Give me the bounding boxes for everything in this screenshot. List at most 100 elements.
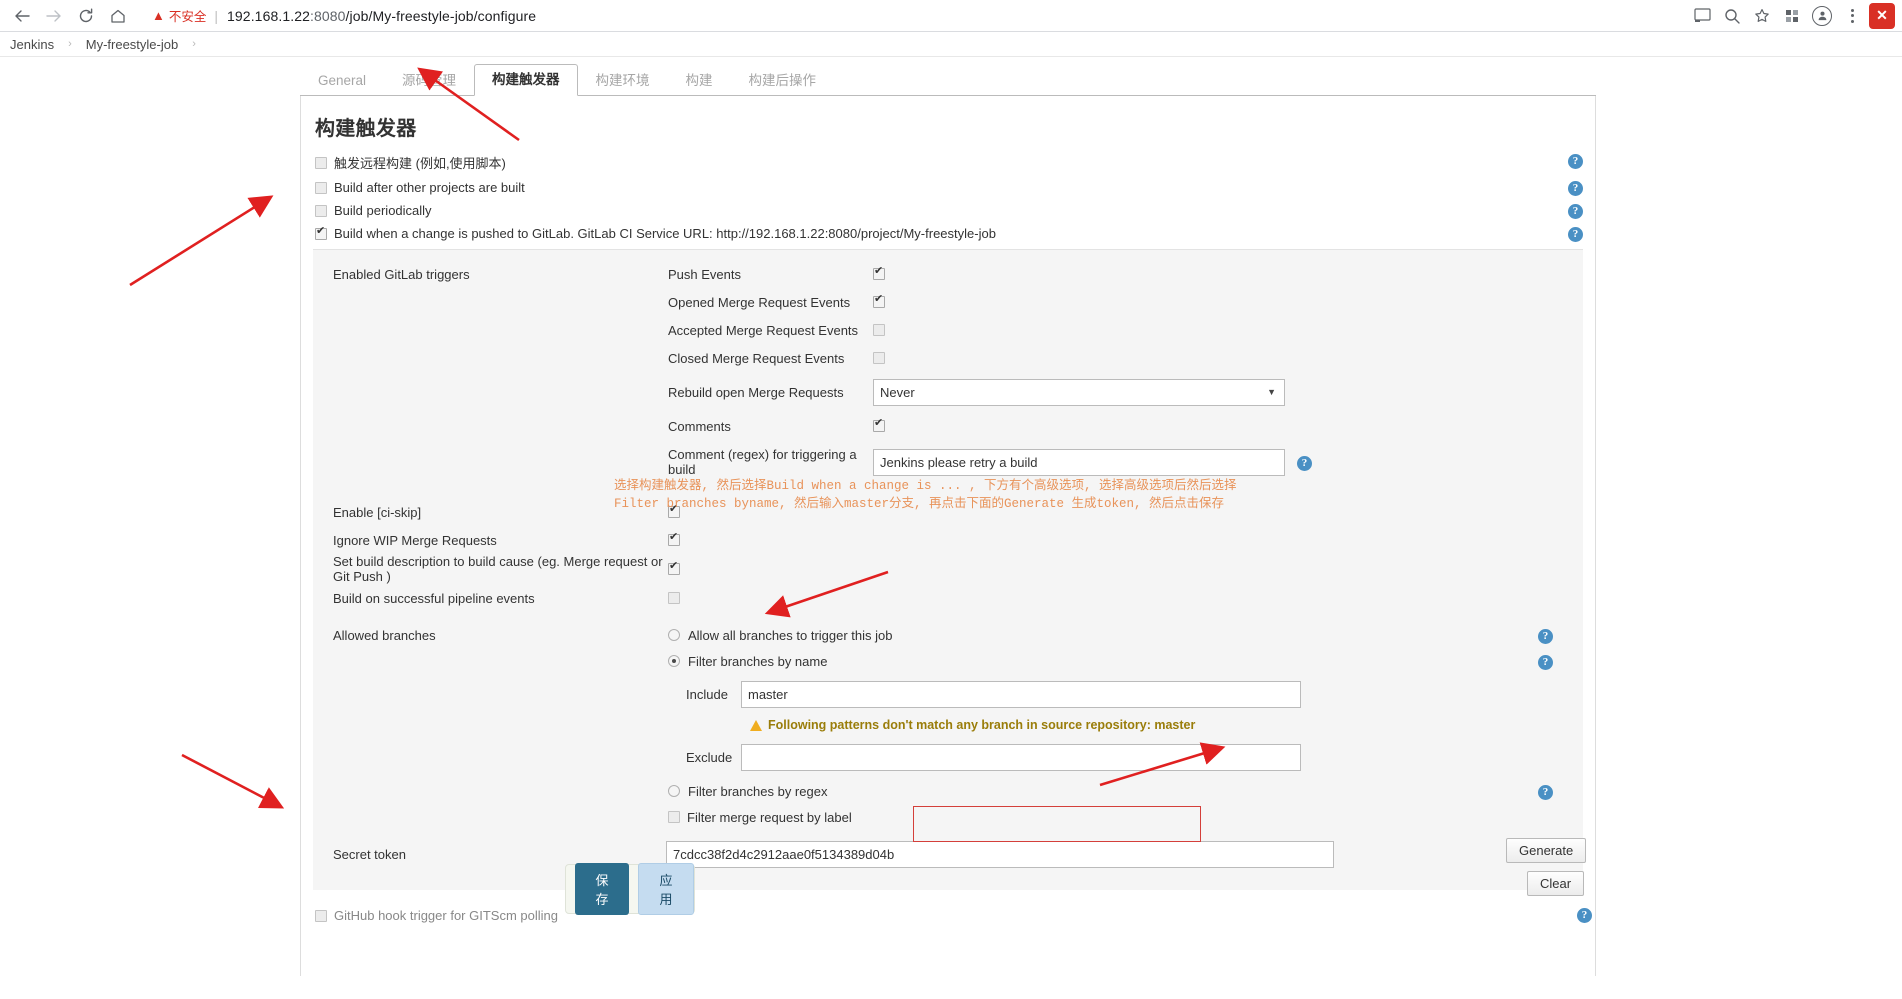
filter-label-row: Filter merge request by label [313, 804, 1583, 830]
generate-button[interactable]: Generate [1506, 838, 1587, 863]
back-arrow-icon[interactable] [6, 0, 38, 32]
pipeline-events-checkbox[interactable] [668, 592, 680, 604]
breadcrumb-job[interactable]: My-freestyle-job [86, 37, 178, 52]
tab-build-triggers[interactable]: 构建触发器 [474, 64, 578, 96]
cast-icon[interactable] [1688, 2, 1716, 30]
gitscm-polling-help[interactable]: ? [1577, 906, 1592, 923]
accepted-mr-row: Accepted Merge Request Events [313, 316, 1583, 344]
opened-mr-checkbox[interactable] [873, 293, 885, 308]
comment-regex-help[interactable]: ? [1297, 453, 1312, 471]
tab-scm[interactable]: 源码管理 [384, 65, 474, 96]
trigger-remote-label: 触发远程构建 (例如,使用脚本) [334, 156, 506, 171]
rebuild-open-mr-row: Rebuild open Merge Requests Never ▼ [313, 372, 1583, 412]
filter-by-name-row: Filter branches by name ? [313, 648, 1583, 674]
allowed-branches-row: Allowed branches Allow all branches to t… [313, 622, 1583, 648]
insecure-warning-label: 不安全 [168, 10, 207, 24]
filter-by-name-help[interactable]: ? [1538, 652, 1553, 670]
filter-regex-row: Filter branches by regex ? [313, 778, 1583, 804]
trigger-gitlab-help[interactable]: ? [1568, 225, 1583, 242]
trigger-periodically-row[interactable]: Build periodically ? [301, 199, 1595, 222]
annotation-line-2: Filter branches byname, 然后输入master分支, 再点… [614, 497, 1225, 511]
trigger-remote-checkbox[interactable] [315, 156, 327, 169]
comment-regex-input[interactable] [873, 448, 1285, 476]
trigger-after-projects-row[interactable]: Build after other projects are built ? [301, 176, 1595, 199]
filter-branches-by-regex-label: Filter branches by regex [688, 783, 828, 799]
address-url: 192.168.1.22:8080/job/My-freestyle-job/c… [227, 7, 537, 24]
trigger-gitlab-checkbox[interactable] [315, 225, 327, 240]
include-input[interactable] [741, 680, 1301, 708]
tab-post-build[interactable]: 构建后操作 [731, 65, 835, 96]
close-icon[interactable]: ✕ [1868, 2, 1896, 30]
comment-regex-label: Comment (regex) for triggering a build [668, 447, 857, 477]
exclude-row: Exclude [313, 736, 1583, 778]
page-title: 构建触发器 [315, 118, 417, 140]
opened-mr-row: Opened Merge Request Events [313, 288, 1583, 316]
comments-row: Comments [313, 412, 1583, 440]
three-dot-menu-icon[interactable] [1838, 2, 1866, 30]
allow-all-branches-radio[interactable] [668, 629, 680, 641]
filter-branches-by-name-label: Filter branches by name [688, 653, 828, 669]
set-build-description-row: Set build description to build cause (eg… [313, 554, 1583, 584]
search-icon[interactable] [1718, 2, 1746, 30]
filter-merge-request-by-label-checkbox[interactable] [668, 811, 680, 823]
warning-triangle-icon [750, 719, 762, 731]
gitscm-polling-checkbox[interactable] [315, 909, 327, 922]
profile-icon[interactable] [1808, 2, 1836, 30]
trigger-gitlab-row[interactable]: Build when a change is pushed to GitLab.… [301, 222, 1595, 245]
accepted-mr-checkbox[interactable] [873, 324, 885, 336]
trigger-remote-help[interactable]: ? [1568, 152, 1583, 169]
filter-branches-by-regex-radio[interactable] [668, 785, 680, 797]
closed-mr-label: Closed Merge Request Events [668, 350, 845, 366]
rebuild-open-mr-value: Never [880, 384, 915, 400]
allow-all-branches-label: Allow all branches to trigger this job [688, 627, 893, 643]
extension-icon[interactable] [1778, 2, 1806, 30]
pipeline-events-row: Build on successful pipeline events [313, 584, 1583, 612]
closed-mr-checkbox[interactable] [873, 352, 885, 364]
tab-general[interactable]: General [300, 65, 384, 96]
comments-checkbox[interactable] [873, 417, 885, 432]
browser-toolbar: ▲ 不安全 | 192.168.1.22:8080/job/My-freesty… [0, 0, 1902, 32]
save-toolbar: 保存 应用 [565, 863, 695, 915]
secret-token-input[interactable] [666, 840, 1334, 868]
trigger-periodically-help[interactable]: ? [1568, 202, 1583, 219]
trigger-gitlab-label: Build when a change is pushed to GitLab.… [334, 226, 996, 241]
trigger-periodically-label: Build periodically [334, 203, 432, 218]
config-panel: 构建触发器 触发远程构建 (例如,使用脚本) ? Build after oth… [300, 96, 1596, 976]
set-build-description-checkbox[interactable] [668, 560, 680, 575]
page-body: General 源码管理 构建触发器 构建环境 构建 构建后操作 构建触发器 触… [0, 57, 1902, 999]
filter-branches-by-name-radio[interactable] [668, 655, 680, 667]
trigger-periodically-checkbox[interactable] [315, 204, 327, 217]
breadcrumb-jenkins[interactable]: Jenkins [10, 37, 54, 52]
gitlab-settings-block: Enabled GitLab triggers Push Events Open… [313, 249, 1583, 890]
spacer-block-2 [313, 612, 1583, 622]
exclude-input[interactable] [741, 743, 1301, 771]
gitscm-polling-row[interactable]: GitHub hook trigger for GITScm polling ? [315, 908, 1592, 923]
trigger-remote-row[interactable]: 触发远程构建 (例如,使用脚本) ? [301, 149, 1595, 176]
annotation-line-1: 选择构建触发器, 然后选择Build when a change is ... … [614, 479, 1237, 493]
ignore-wip-checkbox[interactable] [668, 531, 680, 546]
reload-icon[interactable] [70, 0, 102, 32]
pipeline-events-label: Build on successful pipeline events [333, 590, 535, 606]
trigger-after-projects-help[interactable]: ? [1568, 179, 1583, 196]
rebuild-open-mr-select[interactable]: Never ▼ [873, 378, 1285, 406]
chevron-down-icon: ▼ [1267, 387, 1276, 397]
filter-merge-request-by-label-label: Filter merge request by label [687, 809, 852, 825]
filter-regex-help[interactable]: ? [1538, 782, 1553, 800]
tab-build[interactable]: 构建 [668, 65, 731, 96]
allowed-branches-help[interactable]: ? [1538, 626, 1553, 644]
closed-mr-row: Closed Merge Request Events [313, 344, 1583, 372]
address-bar[interactable]: ▲ 不安全 | 192.168.1.22:8080/job/My-freesty… [140, 2, 1680, 29]
push-events-checkbox[interactable] [873, 265, 885, 280]
include-warning-text: Following patterns don't match any branc… [768, 718, 1196, 732]
clear-button[interactable]: Clear [1527, 871, 1585, 896]
comments-label: Comments [668, 418, 731, 434]
forward-arrow-icon[interactable] [38, 0, 70, 32]
home-icon[interactable] [102, 0, 134, 32]
star-icon[interactable] [1748, 2, 1776, 30]
tab-build-env[interactable]: 构建环境 [578, 65, 668, 96]
breadcrumb-separator-icon: › [68, 38, 72, 50]
apply-button[interactable]: 应用 [638, 863, 694, 915]
trigger-after-projects-checkbox[interactable] [315, 181, 327, 194]
secret-token-row: Secret token ? [313, 830, 1583, 878]
save-button[interactable]: 保存 [575, 863, 629, 915]
